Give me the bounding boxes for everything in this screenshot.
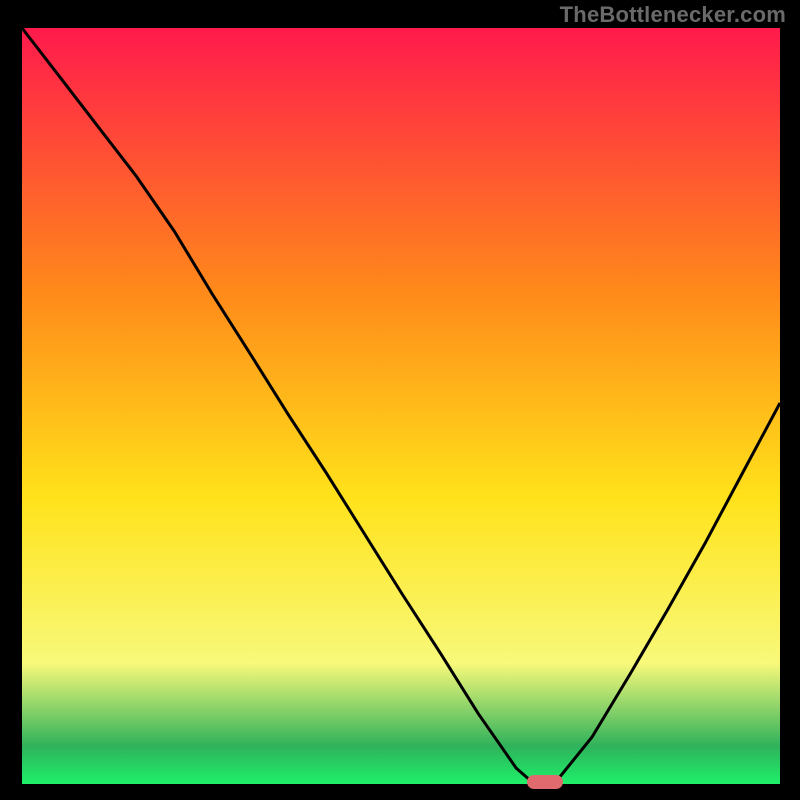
gradient-background [22,28,780,784]
bottleneck-chart [0,0,800,800]
chart-frame: { "attribution": "TheBottlenecker.com", … [0,0,800,800]
attribution-label: TheBottlenecker.com [560,2,786,28]
optimal-marker [527,775,563,789]
